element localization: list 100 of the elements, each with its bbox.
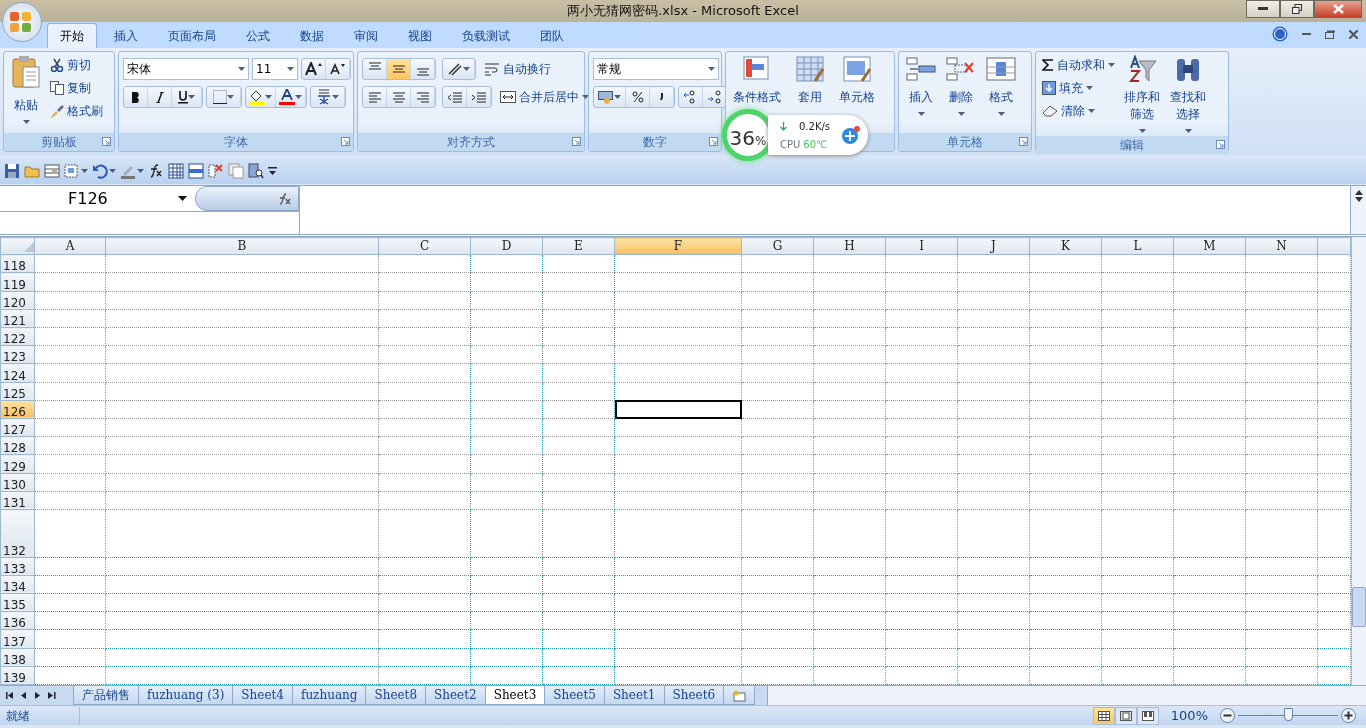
restore-button[interactable] xyxy=(1280,0,1314,18)
sheet-tab[interactable]: Sheet1 xyxy=(603,686,665,705)
dialog-launcher-icon[interactable] xyxy=(1019,137,1028,146)
zoom-in-button[interactable] xyxy=(1341,708,1356,723)
fill-color-button[interactable] xyxy=(246,87,276,107)
view-mode-button[interactable] xyxy=(1136,706,1159,725)
styles-button[interactable]: 套用 xyxy=(792,55,828,106)
wrap-text-button[interactable]: 自动换行 xyxy=(482,58,553,80)
column-header[interactable]: C xyxy=(378,237,471,255)
caret-icon xyxy=(227,95,234,99)
styles-button[interactable]: 单元格 xyxy=(836,55,878,106)
customize-toolbar-icon[interactable] xyxy=(268,167,277,175)
font-size-field[interactable]: 11 xyxy=(252,58,298,80)
selected-cell[interactable] xyxy=(614,400,742,419)
column-header[interactable]: B xyxy=(105,237,379,255)
pen-icon[interactable] xyxy=(120,163,136,179)
column-header[interactable]: F xyxy=(614,237,742,255)
ribbon-tab[interactable]: 开始 xyxy=(47,23,97,48)
dialog-launcher-icon[interactable] xyxy=(1216,140,1225,149)
print-preview-icon[interactable] xyxy=(64,163,80,179)
column-header[interactable]: J xyxy=(957,237,1030,255)
number-format-field[interactable]: 常规 xyxy=(593,58,719,80)
ribbon-tab[interactable]: 数据 xyxy=(287,23,337,48)
ribbon-tab[interactable]: 负载测试 xyxy=(449,23,523,48)
save-icon[interactable] xyxy=(4,163,20,179)
column-header[interactable]: K xyxy=(1029,237,1102,255)
styles-button[interactable]: 条件格式 xyxy=(730,55,784,106)
sheet-tab[interactable]: Sheet3 xyxy=(484,686,546,705)
cut-button[interactable]: 剪切 xyxy=(48,55,105,75)
find-select-button[interactable]: 查找和选择 xyxy=(1167,55,1209,133)
first-sheet-icon[interactable] xyxy=(6,691,14,700)
format-painter-button[interactable]: 格式刷 xyxy=(48,101,105,121)
sheet-tab[interactable]: Sheet4 xyxy=(232,686,293,705)
column-header[interactable]: H xyxy=(813,237,886,255)
paste-button[interactable]: 粘贴 xyxy=(8,55,44,130)
column-header[interactable]: D xyxy=(470,237,543,255)
sheet-tab[interactable]: Sheet5 xyxy=(544,686,605,705)
column-header[interactable]: N xyxy=(1245,237,1318,255)
font-name-field[interactable]: 宋体 xyxy=(123,58,249,80)
sheet-tab[interactable]: Sheet8 xyxy=(365,686,427,705)
column-header[interactable]: A xyxy=(34,237,106,255)
sheet-tab[interactable]: Sheet6 xyxy=(663,686,725,705)
restore-icon[interactable] xyxy=(1325,29,1335,39)
clear-button[interactable]: 清除 xyxy=(1040,101,1117,121)
view-mode-button[interactable] xyxy=(1092,706,1115,725)
dialog-launcher-icon[interactable] xyxy=(709,137,718,146)
rows-icon[interactable] xyxy=(188,163,204,179)
zoom-slider-thumb[interactable] xyxy=(1283,708,1293,721)
close-icon[interactable] xyxy=(1349,29,1358,39)
cells-button[interactable]: 删除 xyxy=(943,55,979,130)
zoom-out-button[interactable] xyxy=(1220,708,1235,723)
dialog-launcher-icon[interactable] xyxy=(341,137,350,146)
previous-sheet-icon[interactable] xyxy=(20,691,28,700)
undo-icon[interactable] xyxy=(92,163,108,179)
inspect-icon[interactable] xyxy=(248,163,264,179)
column-header[interactable]: L xyxy=(1101,237,1174,255)
row-header[interactable]: 132 xyxy=(0,509,35,558)
ribbon-tab[interactable]: 公式 xyxy=(233,23,283,48)
add-button[interactable] xyxy=(840,125,863,145)
insert-sheet-button[interactable] xyxy=(723,686,756,705)
column-header[interactable]: E xyxy=(542,237,615,255)
column-header[interactable]: M xyxy=(1173,237,1246,255)
copy-button[interactable]: 复制 xyxy=(48,78,105,98)
sheet-tab[interactable]: fuzhuang xyxy=(291,686,367,705)
sheet-tab[interactable]: Sheet2 xyxy=(425,686,486,705)
ribbon-tab[interactable]: 视图 xyxy=(395,23,445,48)
column-header[interactable]: I xyxy=(885,237,958,255)
name-box[interactable]: F126 xyxy=(0,186,195,211)
vertical-scrollbar[interactable] xyxy=(1351,237,1366,685)
sheet-tab[interactable]: fuzhuang (3) xyxy=(138,686,234,705)
dialog-launcher-icon[interactable] xyxy=(102,137,111,146)
sheet-tab[interactable]: 产品销售 xyxy=(73,686,139,705)
horizontal-scrollbar[interactable] xyxy=(767,686,1366,705)
dialog-launcher-icon[interactable] xyxy=(572,137,581,146)
ribbon-tab[interactable]: 插入 xyxy=(101,23,151,48)
autosum-button[interactable]: 自动求和 xyxy=(1040,55,1117,75)
fill-button[interactable]: 填充 xyxy=(1040,78,1117,98)
help-icon[interactable] xyxy=(1272,26,1288,42)
close-button[interactable] xyxy=(1314,0,1362,18)
column-header[interactable]: G xyxy=(741,237,814,255)
ribbon-tab[interactable]: 审阅 xyxy=(341,23,391,48)
grow-font-button[interactable] xyxy=(302,59,326,79)
sort-filter-button[interactable]: 排序和筛选 xyxy=(1121,55,1163,133)
font-color-button[interactable] xyxy=(276,87,306,107)
delete-column-icon[interactable] xyxy=(208,163,224,179)
cells-button[interactable]: 格式 xyxy=(983,55,1019,130)
function-icon[interactable] xyxy=(148,163,164,179)
ribbon-tab[interactable]: 页面布局 xyxy=(155,23,229,48)
view-mode-button[interactable] xyxy=(1114,706,1137,725)
form-icon[interactable] xyxy=(44,163,60,179)
merge-center-button[interactable]: 合并后居中 xyxy=(498,86,591,108)
cells-button[interactable]: 插入 xyxy=(903,55,939,130)
grid-icon[interactable] xyxy=(168,163,184,179)
ribbon-tab[interactable]: 团队 xyxy=(527,23,577,48)
next-sheet-icon[interactable] xyxy=(34,691,42,700)
last-sheet-icon[interactable] xyxy=(48,691,56,700)
vertical-align-button[interactable] xyxy=(387,59,411,79)
insert-cells-icon xyxy=(906,55,936,83)
minimize-button[interactable] xyxy=(1246,0,1280,18)
minimize-icon[interactable] xyxy=(1302,32,1311,36)
